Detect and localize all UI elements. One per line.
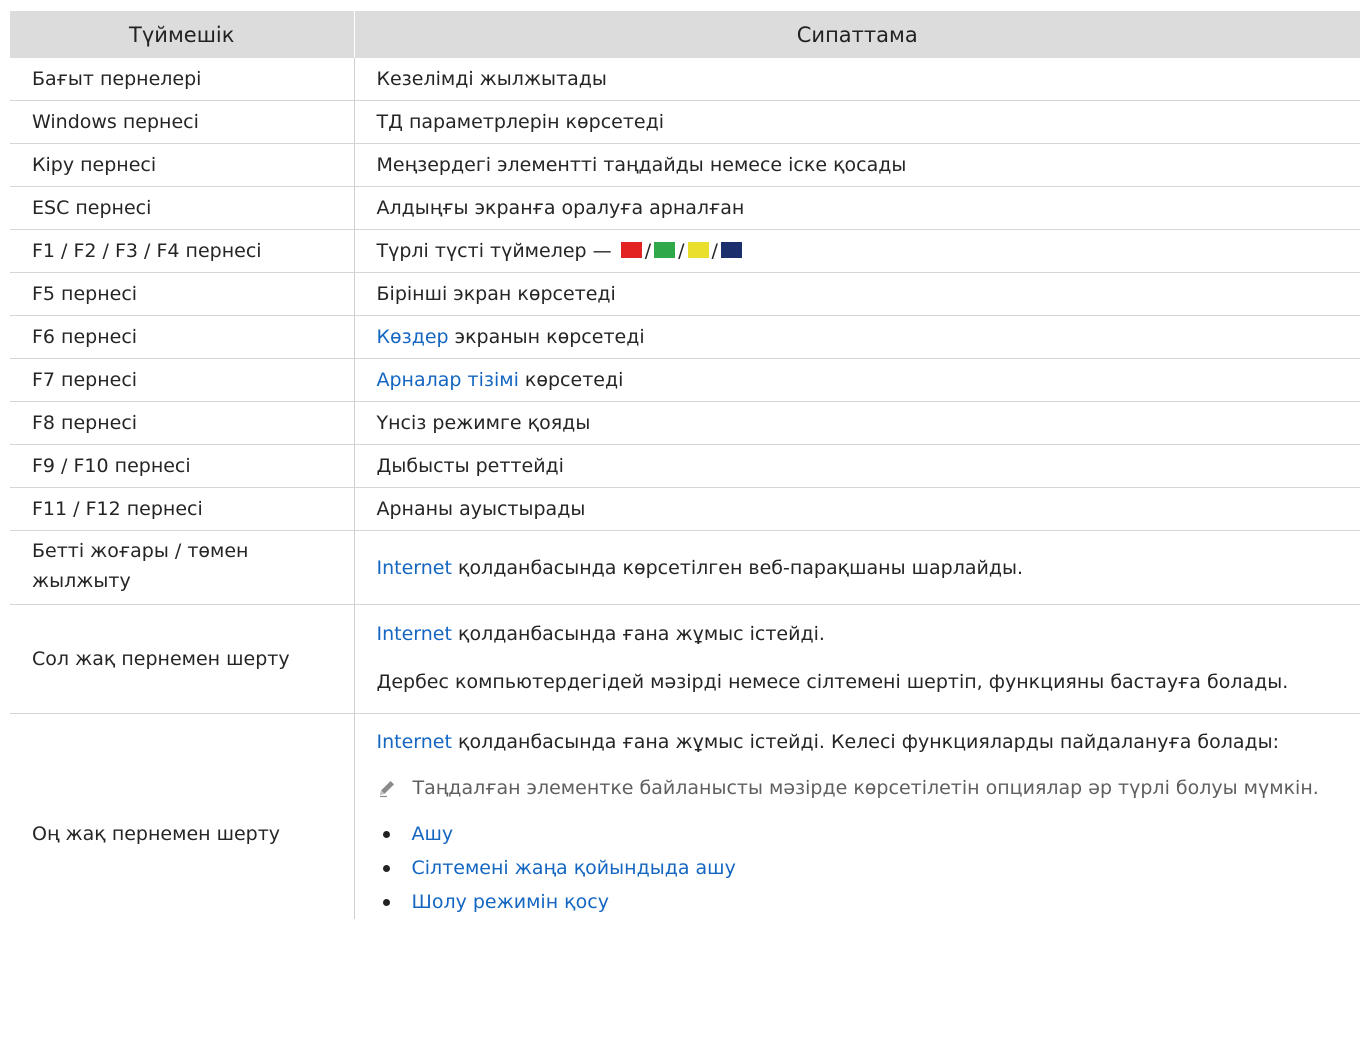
row-desc-text: Түрлі түсті түймелер — — [376, 240, 618, 262]
row-key: Кіру пернесі — [10, 143, 355, 187]
table-row: Бетті жоғары / төмен жылжыту Internet қо… — [10, 530, 1360, 605]
slash-separator: / — [711, 240, 718, 262]
list-item: Ашу — [377, 817, 1341, 851]
row-key: F8 пернесі — [10, 401, 355, 445]
yellow-swatch-icon — [687, 242, 709, 258]
pencil-note-icon — [377, 769, 413, 807]
row-key: Оң жақ пернемен шерту — [10, 713, 355, 919]
open-in-new-tab-link[interactable]: Сілтемені жаңа қойындыда ашу — [412, 853, 736, 883]
row-desc: Меңзердегі элементті таңдайды немесе іск… — [354, 143, 1360, 187]
table-row: Кіру пернесі Меңзердегі элементті таңдай… — [10, 143, 1360, 187]
shortcut-table: Түймешік Сипаттама Бағыт пернелері Кезел… — [10, 11, 1360, 919]
row-key: Бетті жоғары / төмен жылжыту — [10, 530, 355, 605]
internet-link[interactable]: Internet — [377, 731, 452, 753]
row-key: Windows пернесі — [10, 100, 355, 144]
table-header-row: Түймешік Сипаттама — [10, 11, 1360, 58]
column-header-description: Сипаттама — [354, 11, 1360, 58]
row-desc: Internet қолданбасында ғана жұмыс істейд… — [354, 714, 1360, 920]
open-link[interactable]: Ашу — [412, 819, 454, 849]
column-header-button: Түймешік — [10, 11, 355, 58]
row-desc-text: экранын көрсетеді — [448, 326, 645, 348]
desc-paragraph: Internet қолданбасында ғана жұмыс істейд… — [377, 619, 1341, 649]
internet-link[interactable]: Internet — [377, 557, 452, 579]
list-item: Сілтемені жаңа қойындыда ашу — [377, 851, 1341, 885]
row-desc: Алдыңғы экранға оралуға арналған — [354, 186, 1360, 230]
list-item: Шолу режимін қосу — [377, 885, 1341, 919]
green-swatch-icon — [654, 242, 676, 258]
row-key: F11 / F12 пернесі — [10, 487, 355, 531]
row-desc: Түрлі түсті түймелер — / / / — [354, 229, 1360, 273]
row-desc-text: қолданбасында ғана жұмыс істейді. Келесі… — [451, 731, 1280, 753]
table-row: F5 пернесі Бірінші экран көрсетеді — [10, 272, 1360, 316]
row-desc-text: қолданбасында ғана жұмыс істейді. — [451, 623, 825, 645]
table-row: F1 / F2 / F3 / F4 пернесі Түрлі түсті тү… — [10, 229, 1360, 273]
row-desc: Арнаны ауыстырады — [354, 487, 1360, 531]
bullet-dot — [382, 830, 390, 838]
channel-list-link[interactable]: Арналар тізімі — [377, 369, 519, 391]
row-desc: Кезелімді жылжытады — [354, 58, 1360, 101]
table-row: F6 пернесі Көздер экранын көрсетеді — [10, 315, 1360, 359]
row-key: F6 пернесі — [10, 315, 355, 359]
bullet-dot — [382, 898, 390, 906]
row-key: F7 пернесі — [10, 358, 355, 402]
row-desc: Бірінші экран көрсетеді — [354, 272, 1360, 316]
options-list: Ашу Сілтемені жаңа қойындыда ашу Шолу ре… — [377, 817, 1341, 919]
row-desc: Дыбысты реттейді — [354, 444, 1360, 488]
row-desc: Үнсіз режимге қояды — [354, 401, 1360, 445]
enable-browse-mode-link[interactable]: Шолу режимін қосу — [412, 887, 609, 917]
row-key: Сол жақ пернемен шерту — [10, 604, 355, 714]
table-row: F7 пернесі Арналар тізімі көрсетеді — [10, 358, 1360, 402]
red-swatch-icon — [620, 242, 642, 258]
note-text: Таңдалған элементке байланысты мәзірде к… — [412, 777, 1319, 799]
table-row: Оң жақ пернемен шерту Internet қолданбас… — [10, 713, 1360, 920]
table-row: Бағыт пернелері Кезелімді жылжытады — [10, 58, 1360, 101]
sources-link[interactable]: Көздер — [377, 326, 449, 348]
blue-swatch-icon — [720, 242, 742, 258]
row-desc: ТД параметрлерін көрсетеді — [354, 100, 1360, 144]
row-desc: Арналар тізімі көрсетеді — [354, 358, 1360, 402]
table-row: Сол жақ пернемен шерту Internet қолданба… — [10, 604, 1360, 714]
row-desc: Internet қолданбасында ғана жұмыс істейд… — [354, 604, 1360, 714]
table-row: ESC пернесі Алдыңғы экранға оралуға арна… — [10, 186, 1360, 230]
desc-paragraph: Internet қолданбасында ғана жұмыс істейд… — [377, 727, 1341, 757]
table-row: F8 пернесі Үнсіз режимге қояды — [10, 401, 1360, 445]
table-row: F9 / F10 пернесі Дыбысты реттейді — [10, 444, 1360, 488]
table-row: F11 / F12 пернесі Арнаны ауыстырады — [10, 487, 1360, 531]
row-desc-text: көрсетеді — [518, 369, 624, 391]
row-key: F9 / F10 пернесі — [10, 444, 355, 488]
row-key: F5 пернесі — [10, 272, 355, 316]
bullet-dot — [382, 864, 390, 872]
internet-link[interactable]: Internet — [377, 623, 452, 645]
table-row: Windows пернесі ТД параметрлерін көрсете… — [10, 100, 1360, 144]
row-key: Бағыт пернелері — [10, 58, 355, 101]
slash-separator: / — [644, 240, 652, 262]
note: Таңдалған элементке байланысты мәзірде к… — [377, 769, 1341, 807]
desc-paragraph: Дербес компьютердегідей мәзірді немесе с… — [376, 671, 1289, 693]
row-desc: Көздер экранын көрсетеді — [354, 315, 1360, 359]
row-desc: Internet қолданбасында көрсетілген веб-п… — [354, 530, 1360, 605]
slash-separator: / — [678, 240, 685, 262]
row-key: ESC пернесі — [10, 186, 355, 230]
row-desc-text: қолданбасында көрсетілген веб-парақшаны … — [451, 556, 1024, 579]
row-key: F1 / F2 / F3 / F4 пернесі — [10, 229, 355, 273]
